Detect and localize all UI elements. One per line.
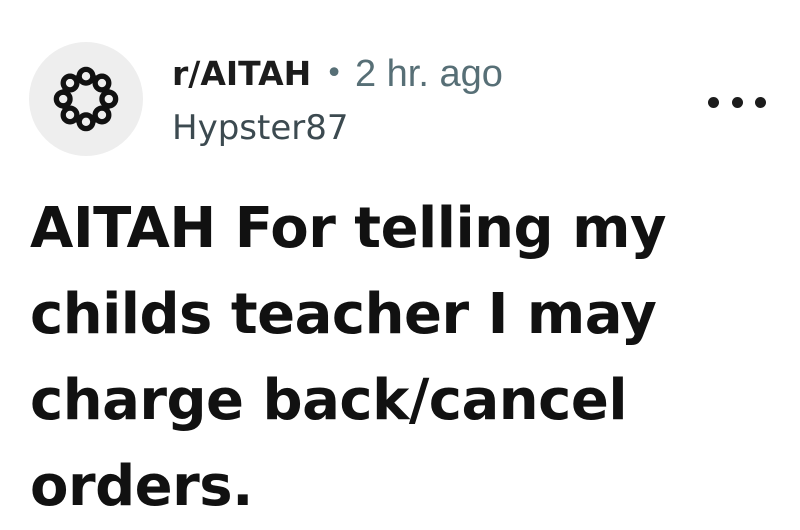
meta-separator: • <box>325 56 343 91</box>
post-timestamp: 2 hr. ago <box>354 53 503 95</box>
author-link[interactable]: Hypster87 <box>172 106 503 150</box>
subreddit-ring-icon <box>53 66 119 132</box>
post-meta: r/AITAH • 2 hr. ago Hypster87 <box>172 52 503 150</box>
more-dot <box>731 96 743 108</box>
post-title[interactable]: AITAH For telling my childs teacher I ma… <box>30 186 770 530</box>
more-options-icon[interactable] <box>708 90 766 114</box>
subreddit-link[interactable]: r/AITAH <box>172 52 311 96</box>
meta-row: r/AITAH • 2 hr. ago <box>172 52 503 96</box>
more-dot <box>755 96 766 108</box>
more-dot <box>708 96 719 108</box>
subreddit-avatar[interactable] <box>29 42 143 156</box>
post-card: r/AITAH • 2 hr. ago Hypster87 AITAH For … <box>0 0 800 519</box>
